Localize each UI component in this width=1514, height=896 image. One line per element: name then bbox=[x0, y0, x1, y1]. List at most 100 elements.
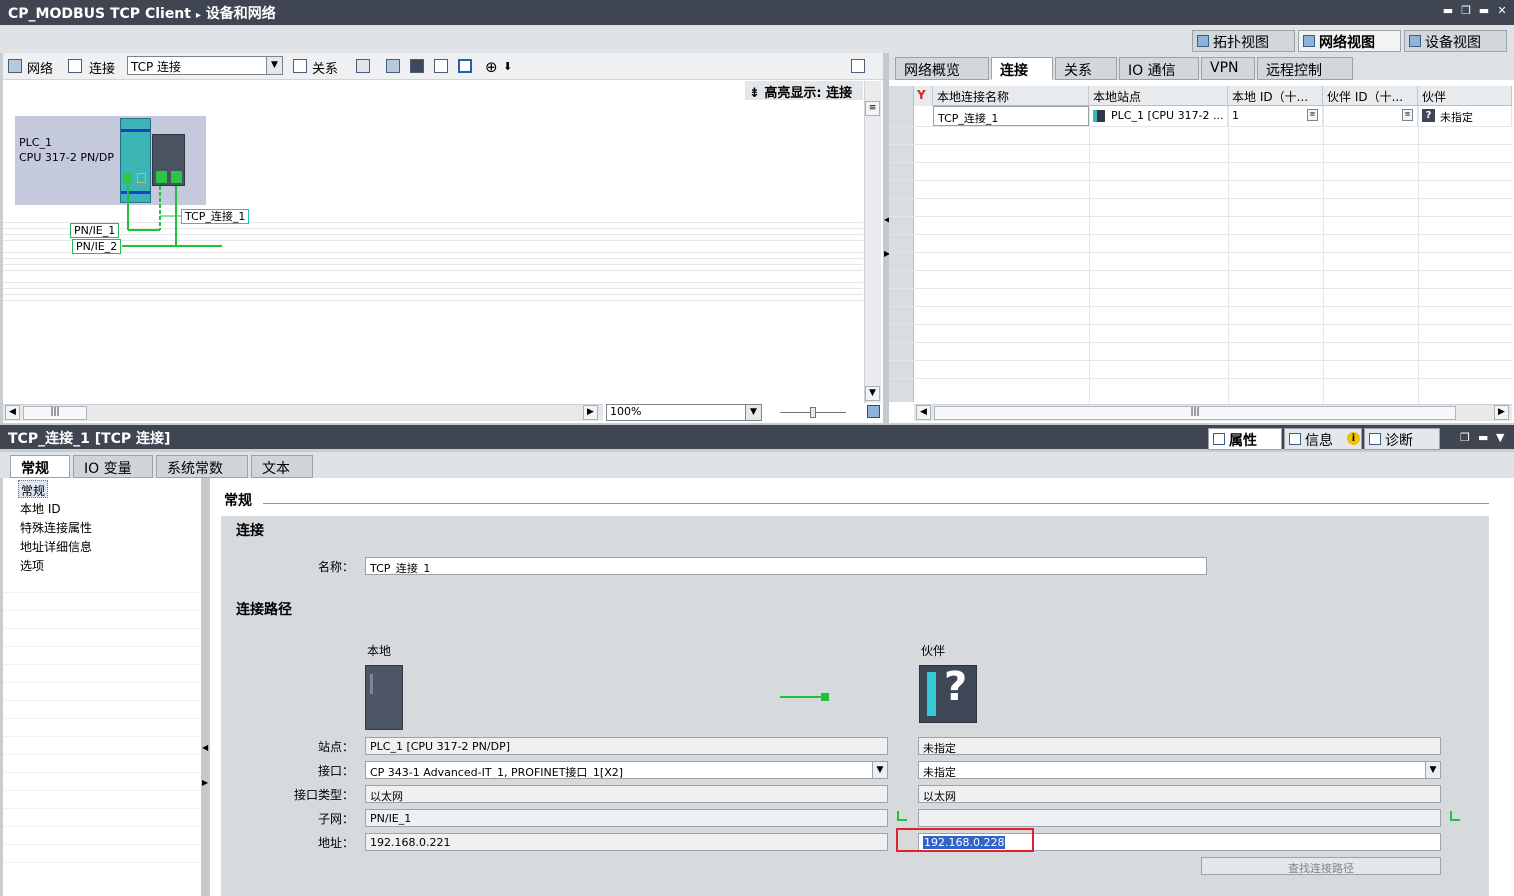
scroll-left-icon[interactable]: ◀ bbox=[916, 405, 931, 420]
scroll-thumb[interactable]: ||| bbox=[934, 406, 1456, 420]
minimize-icon[interactable]: ▬ bbox=[1442, 5, 1454, 17]
list-picker-icon[interactable]: ≡ bbox=[1402, 109, 1413, 121]
cell-partner-id[interactable]: ≡ bbox=[1323, 106, 1418, 126]
highlight-box bbox=[896, 828, 1034, 852]
chevron-down-icon: ▼ bbox=[745, 405, 761, 420]
path-link-line bbox=[780, 696, 824, 698]
tab-device-view[interactable]: 设备视图 bbox=[1404, 30, 1507, 52]
partner-station-field: 未指定 bbox=[918, 737, 1441, 755]
local-address-field: 192.168.0.221 bbox=[365, 833, 888, 851]
tab-remote-control[interactable]: 远程控制 bbox=[1257, 57, 1353, 80]
row-header-column bbox=[889, 86, 914, 402]
restore-icon[interactable]: ❐ bbox=[1460, 5, 1472, 17]
cell-connection-name[interactable]: TCP_连接_1 bbox=[933, 106, 1089, 126]
expand-right-icon[interactable]: ▶ bbox=[202, 778, 208, 787]
group-connection-title: 连接 bbox=[236, 523, 264, 539]
network-label-pnie1[interactable]: PN/IE_1 bbox=[70, 223, 120, 238]
scroll-right-icon[interactable]: ▶ bbox=[583, 405, 598, 420]
float-icon[interactable]: ▬ bbox=[1478, 5, 1490, 17]
connection-label[interactable]: TCP_连接_1 bbox=[181, 209, 250, 224]
address-label: 地址： bbox=[317, 836, 354, 850]
col-header-local-id[interactable]: 本地 ID（十... bbox=[1228, 86, 1323, 106]
info-icon bbox=[1289, 433, 1301, 445]
nav-splitter[interactable]: ◀ ▶ bbox=[201, 478, 209, 896]
scroll-thumb[interactable]: ||| bbox=[23, 406, 87, 420]
group-path-title: 连接路径 bbox=[236, 602, 292, 618]
zoom-select[interactable]: 100% ▼ bbox=[606, 404, 762, 421]
tab-vpn[interactable]: VPN bbox=[1201, 57, 1255, 80]
local-interface-select[interactable]: CP 343-1 Advanced-IT_1, PROFINET接口_1[X2]… bbox=[365, 761, 888, 779]
close-icon[interactable]: ✕ bbox=[1496, 5, 1508, 17]
canvas-vertical-scrollbar[interactable]: ≡ ▼ bbox=[864, 81, 881, 403]
col-header-local-name[interactable]: 本地连接名称 bbox=[933, 86, 1089, 106]
col-header-partner[interactable]: 伙伴 bbox=[1418, 86, 1512, 106]
collapse-left-icon[interactable]: ◀ bbox=[202, 743, 208, 752]
tab-texts[interactable]: 文本 bbox=[251, 455, 313, 478]
tab-relations[interactable]: 关系 bbox=[1055, 57, 1117, 80]
chevron-down-icon: ▼ bbox=[872, 762, 887, 778]
nav-item-general[interactable]: 常规 bbox=[18, 480, 49, 498]
tab-diagnostics[interactable]: 诊断 bbox=[1364, 428, 1440, 450]
network-label-pnie2[interactable]: PN/IE_2 bbox=[72, 239, 122, 254]
minimize-icon[interactable]: ▬ bbox=[1478, 431, 1488, 444]
inspector-title: TCP_连接_1 [TCP 连接] bbox=[8, 431, 171, 447]
nav-item-special-properties[interactable]: 特殊连接属性 bbox=[18, 518, 94, 536]
connection-name-input[interactable]: TCP_连接_1 bbox=[365, 557, 1207, 575]
find-path-button[interactable]: 查找连接路径 bbox=[1201, 857, 1441, 875]
cell-partner[interactable]: ? 未指定 bbox=[1418, 106, 1512, 126]
nav-item-options[interactable]: 选项 bbox=[18, 556, 46, 574]
unknown-partner-icon: ? bbox=[919, 664, 977, 723]
tab-io-tags[interactable]: IO 变量 bbox=[73, 455, 153, 478]
tab-connections[interactable]: 连接 bbox=[991, 57, 1053, 80]
info-badge-icon: i bbox=[1347, 432, 1360, 445]
canvas-horizontal-scrollbar[interactable]: ◀ ||| ▶ bbox=[3, 404, 603, 421]
col-header-partner-id[interactable]: 伙伴 ID（十... bbox=[1323, 86, 1418, 106]
chevron-down-icon: ▼ bbox=[1425, 762, 1440, 778]
scroll-left-icon[interactable]: ◀ bbox=[5, 405, 20, 420]
local-subnet-field: PN/IE_1 bbox=[365, 809, 888, 827]
col-header-local-station[interactable]: 本地站点 bbox=[1089, 86, 1228, 106]
interface-label: 接口： bbox=[317, 764, 354, 778]
name-label: 名称： bbox=[317, 560, 354, 574]
partner-interface-type-field: 以太网 bbox=[918, 785, 1441, 803]
table-horizontal-scrollbar[interactable]: ◀ ||| ▶ bbox=[914, 404, 1512, 421]
tab-topology-view[interactable]: 拓扑视图 bbox=[1192, 30, 1295, 52]
interface-type-label: 接口类型： bbox=[293, 788, 354, 802]
partner-interface-select[interactable]: 未指定 ▼ bbox=[918, 761, 1441, 779]
tab-general[interactable]: 常规 bbox=[10, 455, 70, 478]
float-icon[interactable]: ❐ bbox=[1460, 431, 1470, 444]
collapse-icon[interactable]: ▼ bbox=[1496, 431, 1504, 444]
overview-navigation-icon[interactable] bbox=[867, 405, 880, 418]
cell-local-id[interactable]: 1 ≡ bbox=[1228, 106, 1323, 126]
unknown-partner-icon: ? bbox=[1422, 109, 1435, 122]
partner-subnet-field bbox=[918, 809, 1441, 827]
diagnostics-icon bbox=[1369, 433, 1381, 445]
topology-view-icon bbox=[1197, 35, 1209, 47]
status-column-header: Y bbox=[914, 86, 933, 106]
local-device-icon bbox=[365, 665, 403, 730]
device-view-icon bbox=[1409, 35, 1421, 47]
inspector-subtabs: 常规 IO 变量 系统常数 文本 bbox=[0, 452, 1514, 478]
tab-properties[interactable]: 属性 bbox=[1208, 428, 1282, 450]
subnet-label: 子网： bbox=[317, 812, 354, 826]
local-interface-type-field: 以太网 bbox=[365, 785, 888, 803]
nav-item-address-details[interactable]: 地址详细信息 bbox=[18, 537, 94, 555]
tab-system-constants[interactable]: 系统常数 bbox=[156, 455, 248, 478]
nav-item-local-id[interactable]: 本地 ID bbox=[18, 499, 63, 517]
cell-local-station[interactable]: PLC_1 [CPU 317-2 ... bbox=[1089, 106, 1228, 126]
properties-icon bbox=[1213, 433, 1225, 445]
plc-icon bbox=[1093, 110, 1105, 122]
tab-io-communication[interactable]: IO 通信 bbox=[1119, 57, 1199, 80]
scroll-thumb-icon[interactable]: ≡ bbox=[865, 101, 880, 116]
tab-info[interactable]: 信息 i bbox=[1284, 428, 1362, 450]
scroll-right-icon[interactable]: ▶ bbox=[1494, 405, 1509, 420]
local-station-field: PLC_1 [CPU 317-2 PN/DP] bbox=[365, 737, 888, 755]
zoom-slider[interactable] bbox=[780, 406, 846, 420]
scroll-down-icon[interactable]: ▼ bbox=[865, 386, 880, 401]
subnet-link-icon bbox=[897, 811, 907, 821]
tab-network-view[interactable]: 网络视图 bbox=[1298, 30, 1401, 52]
path-link-port bbox=[821, 693, 829, 701]
tab-network-overview[interactable]: 网络概览 bbox=[895, 57, 989, 80]
list-picker-icon[interactable]: ≡ bbox=[1307, 109, 1318, 121]
warning-icon: Y bbox=[917, 88, 926, 102]
